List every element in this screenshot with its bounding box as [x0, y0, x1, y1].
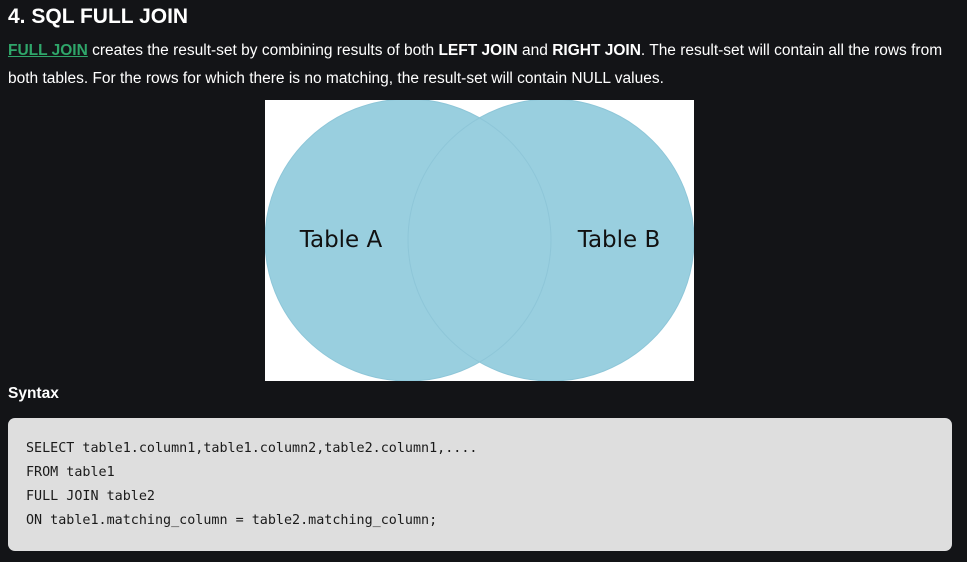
venn-svg: Table A Table B	[265, 100, 694, 381]
code-line: FULL JOIN table2	[26, 489, 155, 504]
section-heading: 4. SQL FULL JOIN	[8, 5, 189, 28]
code-block: SELECT table1.column1,table1.column2,tab…	[8, 418, 952, 551]
left-join-term: LEFT JOIN	[438, 42, 518, 59]
intro-paragraph: FULL JOIN creates the result-set by comb…	[8, 37, 958, 92]
syntax-label: Syntax	[8, 385, 59, 402]
intro-text-2: and	[517, 42, 553, 59]
article-section: 4. SQL FULL JOIN FULL JOIN creates the r…	[0, 0, 967, 562]
code-line: ON table1.matching_column = table2.match…	[26, 513, 438, 528]
code-line: SELECT table1.column1,table1.column2,tab…	[26, 441, 478, 456]
right-join-term: RIGHT JOIN	[552, 42, 641, 59]
full-join-link[interactable]: FULL JOIN	[8, 42, 88, 59]
intro-text-1: creates the result-set by combining resu…	[87, 42, 439, 59]
venn-label-table-b: Table B	[577, 227, 661, 253]
venn-diagram: Table A Table B	[265, 100, 694, 381]
venn-label-table-a: Table A	[299, 227, 383, 253]
code-line: FROM table1	[26, 465, 115, 480]
